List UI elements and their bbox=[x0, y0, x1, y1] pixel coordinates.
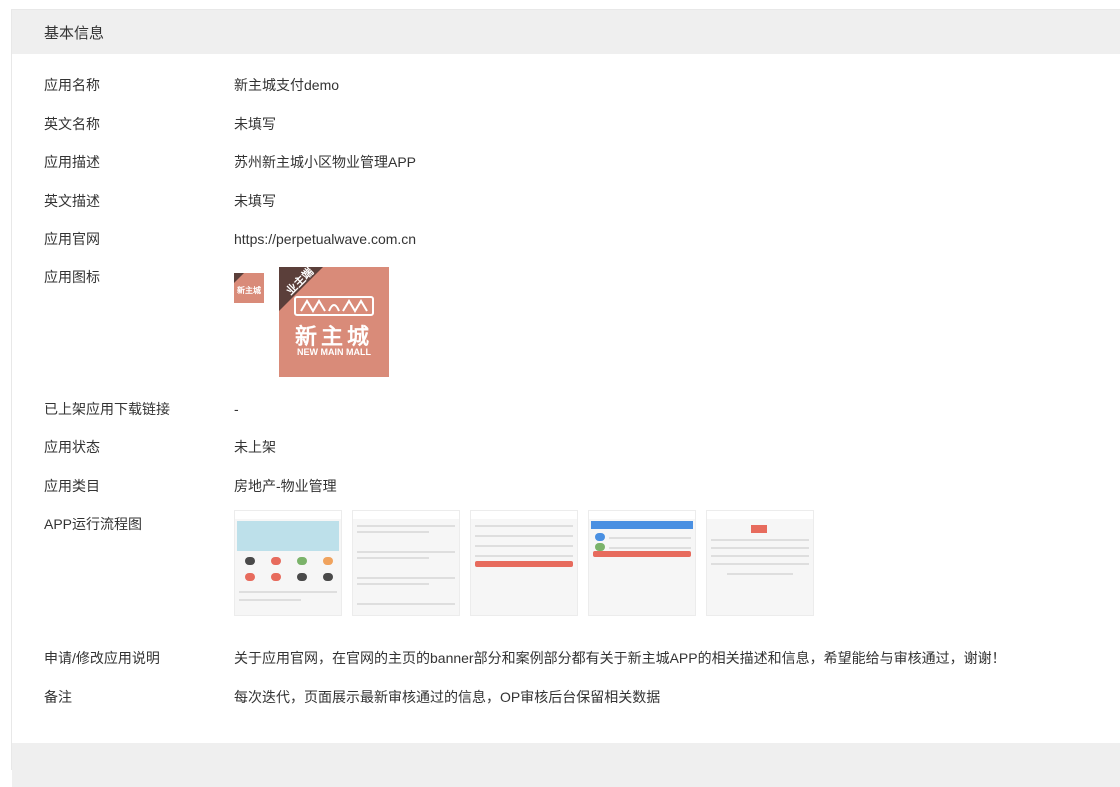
flow-screenshot-form[interactable] bbox=[470, 510, 578, 616]
section-title: 基本信息 bbox=[44, 24, 105, 42]
shot-line bbox=[609, 537, 691, 539]
label-english-description: 英文描述 bbox=[44, 193, 100, 209]
shot-line bbox=[475, 525, 573, 527]
shot-line bbox=[357, 531, 429, 533]
shot-line bbox=[475, 535, 573, 537]
shot-line bbox=[239, 591, 337, 593]
shot-topbar bbox=[589, 511, 695, 519]
shot-header bbox=[591, 521, 693, 529]
value-app-name: 新主城支付demo bbox=[234, 77, 340, 93]
new-main-mall-logo-icon bbox=[294, 296, 374, 316]
icon-corner-ribbon bbox=[234, 273, 244, 283]
shot-topbar bbox=[353, 511, 459, 519]
section-header-basic-info: 基本信息 bbox=[12, 10, 1120, 54]
shot-line bbox=[727, 573, 793, 575]
shot-icon bbox=[245, 557, 255, 565]
value-app-description: 苏州新主城小区物业管理APP bbox=[234, 154, 417, 170]
shot-logo bbox=[751, 525, 767, 533]
next-section-header bbox=[12, 743, 1120, 787]
label-app-description: 应用描述 bbox=[44, 154, 100, 170]
shot-line bbox=[711, 539, 809, 541]
label-english-name: 英文名称 bbox=[44, 116, 100, 132]
label-app-category: 应用类目 bbox=[44, 478, 100, 494]
shot-icon bbox=[245, 573, 255, 581]
shot-icon bbox=[297, 557, 307, 565]
shot-line bbox=[239, 599, 301, 601]
value-app-category: 房地产-物业管理 bbox=[234, 478, 337, 494]
flow-screenshot-payment[interactable] bbox=[588, 510, 696, 616]
shot-line bbox=[711, 547, 809, 549]
shot-icon bbox=[595, 543, 605, 551]
shot-banner bbox=[237, 521, 339, 551]
shot-line bbox=[475, 555, 573, 557]
shot-line bbox=[357, 603, 455, 605]
value-download-link: - bbox=[234, 401, 239, 417]
app-info-card: 基本信息 应用名称 新主城支付demo 英文名称 未填写 应用描述 苏州新主城小… bbox=[11, 9, 1120, 787]
app-icon-small: 新主城 bbox=[234, 273, 264, 303]
shot-line bbox=[357, 557, 429, 559]
label-app-icon: 应用图标 bbox=[44, 269, 100, 285]
shot-line bbox=[357, 551, 455, 553]
shot-icon bbox=[271, 557, 281, 565]
shot-line bbox=[357, 525, 455, 527]
shot-button bbox=[593, 551, 691, 557]
flow-screenshot-home[interactable] bbox=[234, 510, 342, 616]
app-icon-large: 业主端 新主城 NEW MAIN MALL bbox=[279, 267, 389, 377]
row-app-flow: APP运行流程图 bbox=[12, 510, 1112, 626]
shot-line bbox=[711, 555, 809, 557]
shot-icon bbox=[595, 533, 605, 541]
value-app-status: 未上架 bbox=[234, 439, 276, 455]
shot-topbar bbox=[471, 511, 577, 519]
label-remark: 备注 bbox=[44, 689, 72, 705]
shot-topbar bbox=[235, 511, 341, 519]
shot-line bbox=[609, 547, 691, 549]
value-english-description: 未填写 bbox=[234, 193, 276, 209]
label-app-flow: APP运行流程图 bbox=[44, 516, 143, 532]
app-icon-brand-en: NEW MAIN MALL bbox=[297, 347, 371, 357]
shot-line bbox=[475, 545, 573, 547]
shot-line bbox=[357, 583, 429, 585]
label-app-website: 应用官网 bbox=[44, 231, 100, 247]
shot-icon bbox=[271, 573, 281, 581]
value-remark: 每次迭代，页面展示最新审核通过的信息，OP审核后台保留相关数据 bbox=[234, 689, 661, 705]
shot-line bbox=[357, 577, 455, 579]
label-download-link: 已上架应用下载链接 bbox=[44, 401, 170, 417]
value-english-name: 未填写 bbox=[234, 116, 276, 132]
flow-screenshots bbox=[234, 510, 814, 616]
shot-icon bbox=[323, 573, 333, 581]
label-apply-note: 申请/修改应用说明 bbox=[44, 650, 160, 666]
flow-screenshot-list[interactable] bbox=[352, 510, 460, 616]
shot-line bbox=[711, 563, 809, 565]
app-icon-small-text: 新主城 bbox=[237, 286, 261, 295]
shot-icon bbox=[323, 557, 333, 565]
label-app-status: 应用状态 bbox=[44, 439, 100, 455]
shot-button bbox=[475, 561, 573, 567]
label-app-name: 应用名称 bbox=[44, 77, 100, 93]
value-apply-note: 关于应用官网，在官网的主页的banner部分和案例部分都有关于新主城APP的相关… bbox=[234, 650, 1006, 666]
shot-icon bbox=[297, 573, 307, 581]
shot-topbar bbox=[707, 511, 813, 519]
flow-screenshot-detail[interactable] bbox=[706, 510, 814, 616]
row-app-icon: 应用图标 新主城 业主端 新主城 NEW MAIN MALL bbox=[12, 267, 1112, 379]
value-app-website[interactable]: https://perpetualwave.com.cn bbox=[234, 229, 416, 249]
